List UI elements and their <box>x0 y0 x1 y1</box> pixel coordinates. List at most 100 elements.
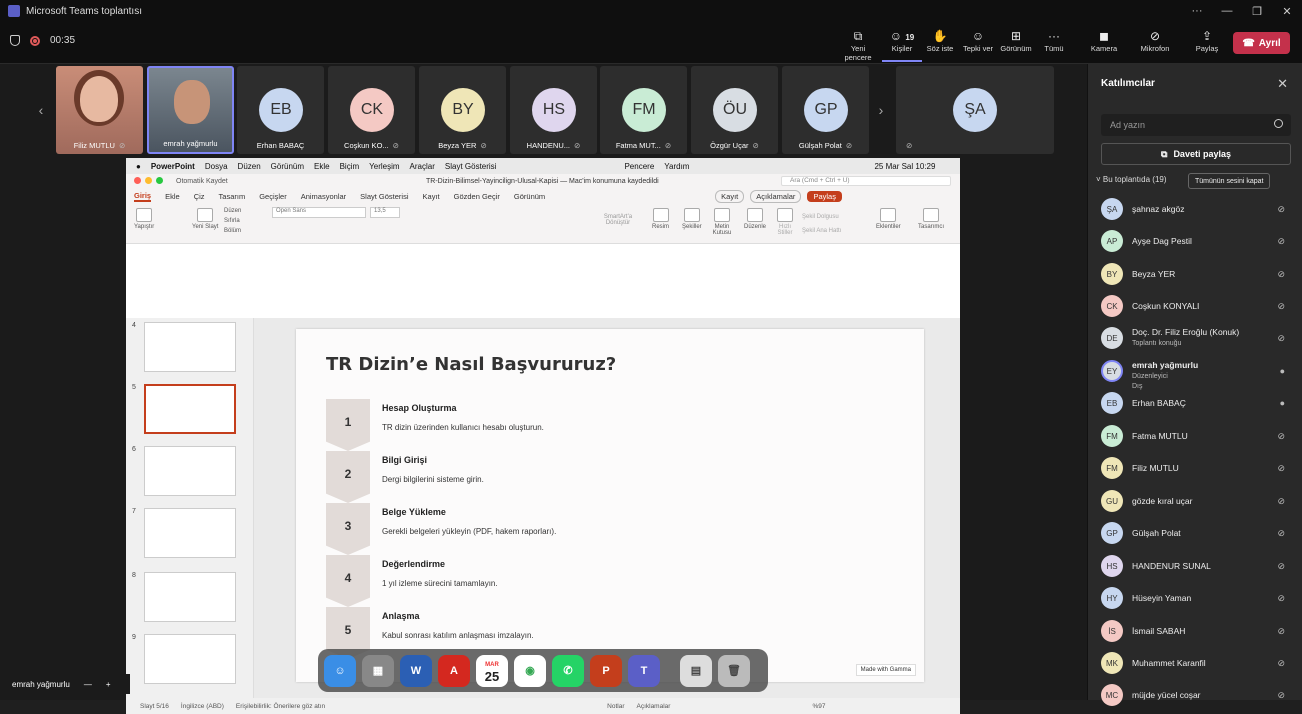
section-header[interactable]: ˅ Bu toplantıda (19) <box>1096 175 1167 184</box>
slide-thumbnail[interactable] <box>144 634 236 684</box>
minimize-self-icon[interactable]: — <box>84 680 92 689</box>
tab-animations[interactable]: Animasyonlar <box>301 192 346 201</box>
menu-item[interactable]: Pencere <box>624 162 654 171</box>
strip-next-icon[interactable]: › <box>872 66 890 154</box>
mic-off-icon[interactable]: ⊘ <box>1277 496 1285 507</box>
slide-thumbnail[interactable] <box>144 572 236 622</box>
close-icon[interactable]: ✕ <box>1277 76 1288 92</box>
textbox-button[interactable]: Metin Kutusu <box>710 208 734 236</box>
menu-item[interactable]: Biçim <box>340 162 360 171</box>
leave-button[interactable]: ☎ Ayrıl <box>1233 32 1290 54</box>
video-tile[interactable]: ŞA ⊘ <box>896 66 1054 154</box>
raise-hand-button[interactable]: ✋ Söz iste <box>920 28 960 53</box>
addins-button[interactable]: Eklentiler <box>876 208 901 230</box>
slide-canvas[interactable]: TR Dizin’e Nasıl Başvururuz? 1 Hesap Oluş… <box>296 329 924 682</box>
expand-self-icon[interactable]: + <box>106 680 111 689</box>
video-tile[interactable]: CK Coşkun KO... ⊘ <box>328 66 415 154</box>
menu-item[interactable]: Slayt Gösterisi <box>445 162 497 171</box>
menu-item[interactable]: Görünüm <box>271 162 304 171</box>
mic-off-icon[interactable]: ⊘ <box>1277 431 1285 442</box>
strip-prev-icon[interactable]: ‹ <box>32 66 50 154</box>
tab-view[interactable]: Görünüm <box>514 192 545 201</box>
mic-off-icon[interactable]: ⊘ <box>1277 528 1285 539</box>
participant-row[interactable]: HY Hüseyin Yaman ⊘ <box>1101 584 1291 614</box>
tab-review[interactable]: Gözden Geçir <box>454 192 500 201</box>
camera-button[interactable]: ◼ Kamera <box>1084 28 1124 53</box>
comments-button[interactable]: Açıklamalar <box>750 189 802 203</box>
participant-row[interactable]: GP Gülşah Polat ⊘ <box>1101 519 1291 549</box>
share-button[interactable]: ⇪ Paylaş <box>1187 28 1227 53</box>
reset-button[interactable]: Sıfırla <box>224 216 241 226</box>
menu-item[interactable]: Ekle <box>314 162 330 171</box>
record-button[interactable]: Kayıt <box>715 189 745 203</box>
tab-transitions[interactable]: Geçişler <box>259 192 287 201</box>
apple-icon[interactable]: ● <box>136 162 141 171</box>
mic-off-icon[interactable]: ⊘ <box>1277 463 1285 474</box>
more-button[interactable]: ··· Tümü <box>1034 28 1074 53</box>
autosave-toggle[interactable]: Otomatik Kaydet <box>176 178 228 185</box>
slide-thumbnail[interactable] <box>144 508 236 558</box>
participant-row[interactable]: HS HANDENUR SUNAL ⊘ <box>1101 552 1291 582</box>
slide-thumbnail[interactable] <box>144 446 236 496</box>
menu-item[interactable]: Yerleşim <box>369 162 399 171</box>
video-tile[interactable]: BY Beyza YER ⊘ <box>419 66 506 154</box>
participant-row[interactable]: EY emrah yağmurlu Düzenleyici Dış ● <box>1101 357 1291 390</box>
participant-search-input[interactable]: Ad yazın <box>1101 114 1291 136</box>
tab-design[interactable]: Tasarım <box>219 192 246 201</box>
word-icon[interactable]: W <box>400 654 432 687</box>
mic-off-icon[interactable]: ⊘ <box>1277 561 1285 572</box>
chrome-icon[interactable]: ◉ <box>514 654 546 687</box>
participant-row[interactable]: GU gözde kıral uçar ⊘ <box>1101 487 1291 517</box>
video-tile[interactable]: Filiz MUTLU ⊘ <box>56 66 143 154</box>
maximize-button[interactable]: ❐ <box>1242 0 1272 22</box>
people-button[interactable]: ☺ 19 Kişiler <box>882 28 922 62</box>
mic-off-icon[interactable]: ⊘ <box>1277 690 1285 701</box>
mic-off-icon[interactable]: ⊘ <box>1277 333 1285 344</box>
share-invite-button[interactable]: ⧉ Daveti paylaş <box>1101 143 1291 165</box>
mic-off-icon[interactable]: ⊘ <box>1277 626 1285 637</box>
smartart-button[interactable]: SmartArt'a Dönüştür <box>598 214 638 226</box>
layout-button[interactable]: Düzen <box>224 206 241 216</box>
document-icon[interactable]: ▤ <box>680 654 712 687</box>
slide-thumbnail[interactable] <box>144 322 236 372</box>
more-window-icon[interactable]: ··· <box>1182 0 1212 22</box>
section-button[interactable]: Bölüm <box>224 226 241 236</box>
mic-off-icon[interactable]: ⊘ <box>1277 204 1285 215</box>
menu-app[interactable]: PowerPoint <box>151 162 195 171</box>
tab-insert[interactable]: Ekle <box>165 192 180 201</box>
video-tile[interactable]: emrah yağmurlu <box>147 66 234 154</box>
shapes-button[interactable]: Şekiller <box>682 208 702 230</box>
participant-row[interactable]: CK Coşkun KONYALI ⊘ <box>1101 292 1291 322</box>
new-slide-button[interactable]: Yeni Slayt <box>192 208 218 230</box>
gamma-badge[interactable]: Made with Gamma <box>855 664 916 676</box>
new-window-button[interactable]: ⧉ Yeni pencere <box>838 28 878 62</box>
mute-all-button[interactable]: Tümünün sesini kapat <box>1188 173 1271 189</box>
participant-row[interactable]: İS İsmail SABAH ⊘ <box>1101 617 1291 647</box>
video-tile[interactable]: HS HANDENU... ⊘ <box>510 66 597 154</box>
shape-outline-button[interactable]: Şekil Ana Hattı <box>802 224 841 238</box>
font-size-select[interactable]: 13,5 <box>370 207 400 218</box>
mic-button[interactable]: ⊘ Mikrofon <box>1135 28 1175 53</box>
participant-row[interactable]: ŞA şahnaz akgöz ⊘ <box>1101 195 1291 225</box>
tab-record[interactable]: Kayıt <box>423 192 440 201</box>
self-view[interactable]: emrah yağmurlu — + <box>0 674 130 694</box>
minimize-button[interactable]: — <box>1212 0 1242 22</box>
teams-icon[interactable]: T <box>628 654 660 687</box>
react-button[interactable]: ☺ Tepki ver <box>958 28 998 53</box>
mic-off-icon[interactable]: ⊘ <box>1277 658 1285 669</box>
status-comments-button[interactable]: Açıklamalar <box>636 703 670 710</box>
calendar-icon[interactable]: MAR 25 <box>476 654 508 687</box>
participant-row[interactable]: FM Filiz MUTLU ⊘ <box>1101 454 1291 484</box>
tab-home[interactable]: Giriş <box>134 191 152 202</box>
mic-off-icon[interactable]: ⊘ <box>1277 236 1285 247</box>
notes-button[interactable]: Notlar <box>607 703 624 710</box>
participant-row[interactable]: EB Erhan BABAÇ ● <box>1101 389 1291 419</box>
acrobat-icon[interactable]: A <box>438 654 470 687</box>
participant-row[interactable]: DE Doç. Dr. Filiz Eroğlu (Konuk) Toplantı … <box>1101 324 1291 354</box>
accessibility-status[interactable]: Erişilebilirlik: Önerilere göz atın <box>236 703 325 710</box>
tab-slideshow[interactable]: Slayt Gösterisi <box>360 192 408 201</box>
video-tile[interactable]: EB Erhan BABAÇ <box>237 66 324 154</box>
ppt-share-button[interactable]: Paylaş <box>807 190 842 202</box>
slide-thumbnail[interactable] <box>144 384 236 434</box>
powerpoint-icon[interactable]: P <box>590 654 622 687</box>
